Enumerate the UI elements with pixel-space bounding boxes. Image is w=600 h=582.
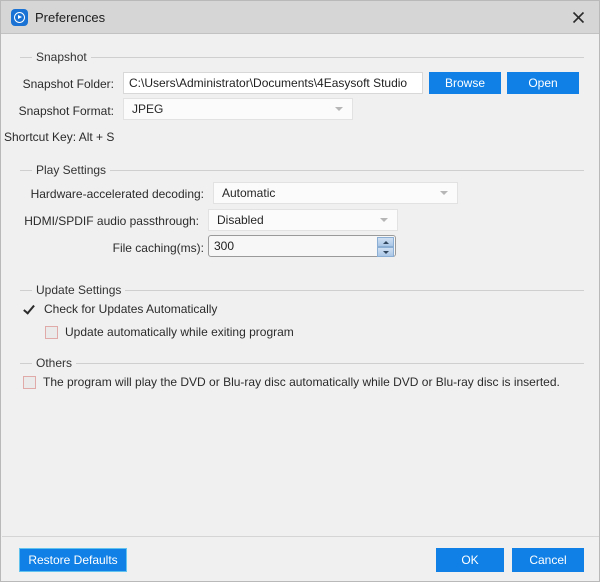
- preferences-dialog: Preferences Snapshot Snapshot Folder: C:…: [0, 0, 600, 582]
- shortcut-key-label: Shortcut Key: Alt + S: [4, 130, 115, 144]
- file-caching-value: 300: [214, 239, 235, 253]
- ok-button[interactable]: OK: [436, 548, 504, 572]
- hardware-decoding-value: Automatic: [222, 186, 276, 200]
- group-title-update-settings: Update Settings: [32, 283, 126, 297]
- audio-passthrough-select[interactable]: Disabled: [208, 209, 398, 231]
- chevron-down-icon: [440, 191, 448, 195]
- open-button[interactable]: Open: [507, 72, 579, 94]
- snapshot-format-select[interactable]: JPEG: [123, 98, 353, 120]
- group-divider: [20, 363, 584, 364]
- update-while-exiting-checkbox[interactable]: Update automatically while exiting progr…: [45, 325, 294, 339]
- autoplay-disc-checkbox[interactable]: The program will play the DVD or Blu-ray…: [23, 375, 560, 389]
- audio-passthrough-label: HDMI/SPDIF audio passthrough:: [24, 214, 199, 228]
- title-bar: Preferences: [1, 1, 599, 34]
- checkbox-checked-icon: [24, 303, 37, 316]
- hardware-decoding-label: Hardware-accelerated decoding:: [30, 187, 204, 201]
- autoplay-disc-label: The program will play the DVD or Blu-ray…: [43, 375, 560, 389]
- check-updates-automatically-label: Check for Updates Automatically: [44, 302, 218, 316]
- window-title: Preferences: [35, 10, 106, 25]
- hardware-decoding-select[interactable]: Automatic: [213, 182, 458, 204]
- file-caching-stepper[interactable]: 300: [208, 235, 396, 257]
- file-caching-label: File caching(ms):: [112, 241, 204, 255]
- group-title-others: Others: [32, 356, 77, 370]
- cancel-button[interactable]: Cancel: [512, 548, 584, 572]
- close-icon[interactable]: [555, 1, 599, 33]
- snapshot-folder-label: Snapshot Folder:: [22, 77, 114, 91]
- restore-defaults-button[interactable]: Restore Defaults: [19, 548, 127, 572]
- snapshot-format-value: JPEG: [132, 102, 164, 116]
- group-title-play-settings: Play Settings: [32, 163, 111, 177]
- browse-button[interactable]: Browse: [429, 72, 501, 94]
- play-circle-icon: [11, 9, 28, 26]
- check-updates-automatically-checkbox[interactable]: Check for Updates Automatically: [24, 302, 217, 316]
- chevron-down-icon: [380, 218, 388, 222]
- snapshot-format-label: Snapshot Format:: [18, 104, 114, 118]
- dialog-footer: Restore Defaults OK Cancel: [2, 536, 599, 581]
- snapshot-folder-input[interactable]: C:\Users\Administrator\Documents\4Easyso…: [123, 72, 423, 94]
- update-while-exiting-label: Update automatically while exiting progr…: [65, 325, 294, 339]
- stepper-up-icon[interactable]: [377, 237, 394, 247]
- dialog-body: Snapshot Snapshot Folder: C:\Users\Admin…: [2, 34, 599, 536]
- stepper-down-icon[interactable]: [377, 247, 394, 257]
- checkbox-unchecked-icon: [45, 325, 58, 339]
- checkbox-unchecked-icon: [23, 375, 36, 389]
- audio-passthrough-value: Disabled: [217, 213, 264, 227]
- chevron-down-icon: [335, 107, 343, 111]
- group-title-snapshot: Snapshot: [32, 50, 91, 64]
- group-divider: [20, 57, 584, 58]
- stepper-buttons[interactable]: [377, 237, 394, 257]
